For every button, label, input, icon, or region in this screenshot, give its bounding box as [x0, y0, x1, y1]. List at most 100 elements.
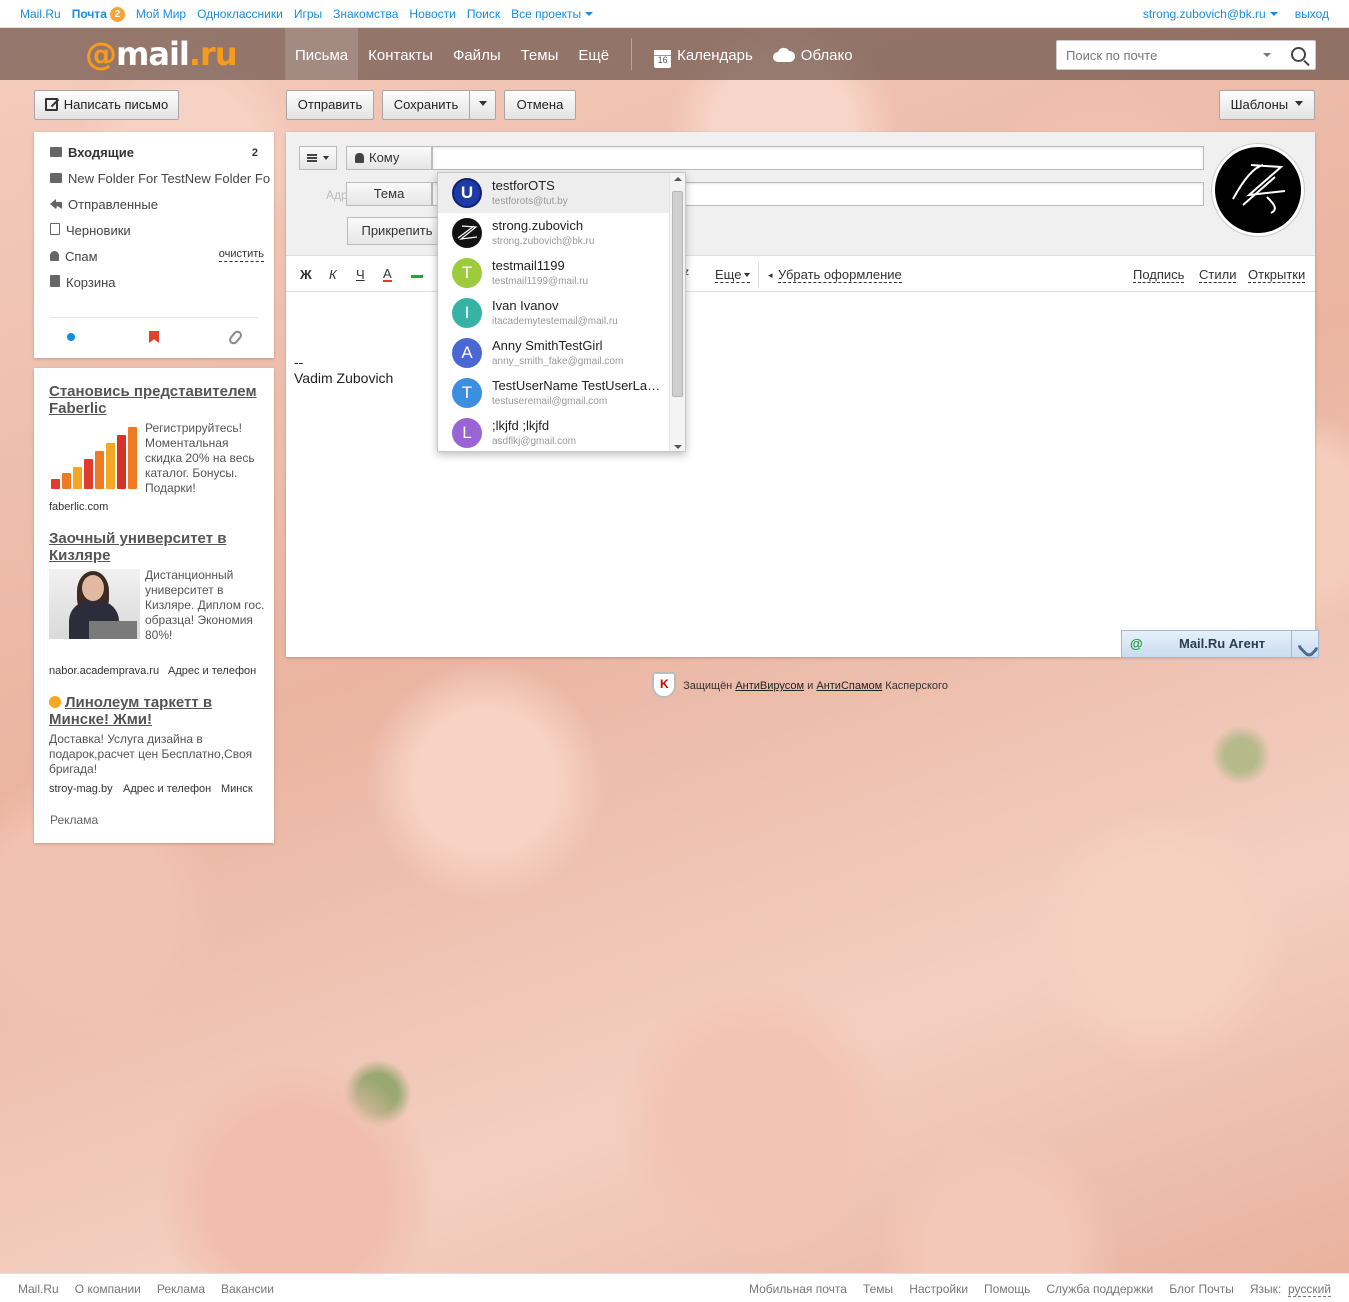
- search-input[interactable]: [1057, 41, 1257, 69]
- postcards-button[interactable]: Открытки: [1248, 267, 1306, 283]
- nav-themes[interactable]: Темы: [511, 28, 569, 80]
- folder-drafts[interactable]: Черновики: [50, 221, 270, 241]
- underline-button[interactable]: Ч: [356, 267, 365, 282]
- folder-custom[interactable]: New Folder For TestNew Folder For Test: [50, 169, 270, 189]
- highlight-marker-icon[interactable]: [411, 269, 423, 278]
- portal-link-games[interactable]: Игры: [294, 7, 322, 22]
- spam-icon: [50, 251, 59, 261]
- ad1-title[interactable]: Становись представителем Faberlic: [49, 383, 264, 417]
- flagged-filter-bookmark-icon[interactable]: [149, 331, 159, 343]
- footer-link-blog[interactable]: Блог Почты: [1169, 1282, 1234, 1296]
- mailru-logo[interactable]: @mail.ru: [85, 35, 238, 73]
- portal-link-news[interactable]: Новости: [409, 7, 455, 22]
- portal-link-mailru[interactable]: Mail.Ru: [20, 7, 61, 22]
- language-selector[interactable]: русский: [1287, 1282, 1331, 1297]
- footer-link-support[interactable]: Служба поддержки: [1046, 1282, 1153, 1296]
- ad3-domain[interactable]: stroy-mag.by: [49, 783, 113, 795]
- portal-link-all-projects[interactable]: Все проекты: [511, 7, 593, 22]
- nav-letters[interactable]: Письма: [285, 28, 359, 80]
- footer-link-mailru[interactable]: Mail.Ru: [18, 1282, 59, 1296]
- save-button[interactable]: Сохранить: [382, 90, 470, 120]
- suggestion-item[interactable]: U testforOTS testforots@tut.by: [438, 173, 670, 213]
- ads-label[interactable]: Реклама: [50, 813, 98, 827]
- portal-link-myworld[interactable]: Мой Мир: [136, 7, 186, 22]
- ad3-city-link[interactable]: Минск: [221, 783, 253, 795]
- footer-link-settings[interactable]: Настройки: [909, 1282, 968, 1296]
- message-body[interactable]: -- Vadim Zubovich: [294, 354, 393, 386]
- unread-filter-dot-icon[interactable]: [67, 333, 75, 341]
- suggestions-scrollbar[interactable]: [669, 173, 685, 451]
- suggestion-item[interactable]: T TestUserName TestUserLastName testuser…: [438, 373, 670, 413]
- mailru-agent-widget[interactable]: @ Mail.Ru Агент: [1121, 630, 1319, 658]
- recipient-list-toggle[interactable]: [299, 146, 337, 170]
- portal-link-ok[interactable]: Одноклассники: [197, 7, 283, 22]
- suggestion-item[interactable]: A Anny SmithTestGirl anny_smith_fake@gma…: [438, 333, 670, 373]
- ad3-title[interactable]: Линолеум таркетт в Минске! Жми!: [49, 694, 264, 728]
- attachment-filter-paperclip-icon[interactable]: [227, 328, 244, 347]
- ad1-chart-image[interactable]: [49, 421, 140, 491]
- search-options-chevron-icon[interactable]: [1263, 53, 1271, 61]
- cancel-button[interactable]: Отмена: [504, 90, 576, 120]
- more-format-button[interactable]: Еще: [715, 267, 751, 283]
- ad3-text[interactable]: Доставка! Услуга дизайна в подарок,расче…: [49, 732, 264, 777]
- portal-link-dating[interactable]: Знакомства: [333, 7, 398, 22]
- scroll-up-arrow-icon[interactable]: [674, 177, 682, 181]
- user-email-menu[interactable]: strong.zubovich@bk.ru: [1143, 7, 1278, 21]
- signature-button[interactable]: Подпись: [1133, 267, 1185, 283]
- footer-link-ads[interactable]: Реклама: [157, 1282, 205, 1296]
- save-options-button[interactable]: [469, 90, 496, 120]
- suggestion-item[interactable]: T testmail1199 testmail1199@mail.ru: [438, 253, 670, 293]
- to-input[interactable]: [432, 146, 1204, 170]
- folder-inbox[interactable]: Входящие 2: [50, 143, 270, 163]
- footer-link-help[interactable]: Помощь: [984, 1282, 1030, 1296]
- portal-link-search[interactable]: Поиск: [467, 7, 500, 22]
- compose-button[interactable]: Написать письмо: [34, 90, 179, 120]
- styles-button[interactable]: Стили: [1199, 267, 1237, 283]
- nav-cloud-label: Облако: [800, 47, 853, 64]
- folder-spam[interactable]: Спам очистить: [50, 247, 270, 267]
- nav-more[interactable]: Ещё: [568, 28, 619, 80]
- footer-link-themes[interactable]: Темы: [863, 1282, 893, 1296]
- footer-link-jobs[interactable]: Вакансии: [221, 1282, 274, 1296]
- suggestion-item[interactable]: I Ivan Ivanov itacademytestemail@mail.ru: [438, 293, 670, 333]
- to-label[interactable]: Кому: [346, 146, 432, 170]
- phone-icon[interactable]: [1291, 631, 1318, 657]
- attach-button[interactable]: Прикрепить: [347, 217, 447, 245]
- ad3-title-label: Линолеум таркетт в Минске! Жми!: [49, 694, 213, 728]
- nav-calendar[interactable]: 16 Календарь: [644, 28, 763, 80]
- ad2-domain[interactable]: nabor.academprava.ru: [49, 665, 159, 677]
- footer-link-about[interactable]: О компании: [75, 1282, 141, 1296]
- folder-sent[interactable]: Отправленные: [50, 195, 270, 215]
- nav-cloud[interactable]: Облако: [763, 28, 863, 80]
- folder-trash[interactable]: Корзина: [50, 273, 270, 293]
- ad1-text[interactable]: Регистрируйтесь! Моментальная скидка 20%…: [145, 421, 267, 496]
- nav-contacts[interactable]: Контакты: [358, 28, 443, 80]
- logout-link[interactable]: выход: [1295, 7, 1329, 21]
- antivirus-link[interactable]: АнтиВирусом: [735, 680, 804, 692]
- search-icon[interactable]: [1291, 47, 1306, 62]
- footer-right-links: Мобильная почта Темы Настройки Помощь Сл…: [749, 1282, 1331, 1297]
- text-color-button[interactable]: А: [383, 267, 392, 282]
- suggestion-item[interactable]: strong.zubovich strong.zubovich@bk.ru: [438, 213, 670, 253]
- clear-spam-link[interactable]: очистить: [218, 247, 264, 262]
- antispam-link[interactable]: АнтиСпамом: [816, 680, 882, 692]
- ad2-title[interactable]: Заочный университет в Кизляре: [49, 530, 264, 564]
- ad2-person-image[interactable]: [49, 569, 140, 639]
- sent-icon: [50, 199, 62, 209]
- sender-avatar[interactable]: [1212, 144, 1304, 236]
- clear-format-button[interactable]: Убрать оформление: [778, 267, 902, 283]
- ad3-address-link[interactable]: Адрес и телефон: [123, 783, 211, 795]
- portal-link-mail[interactable]: Почта 2: [72, 7, 125, 22]
- nav-files[interactable]: Файлы: [443, 28, 511, 80]
- italic-button[interactable]: К: [329, 267, 337, 282]
- send-button[interactable]: Отправить: [286, 90, 374, 120]
- scrollbar-thumb[interactable]: [672, 191, 683, 397]
- templates-button[interactable]: Шаблоны: [1219, 90, 1315, 120]
- ad2-text[interactable]: Дистанционный университет в Кизляре. Дип…: [145, 568, 267, 643]
- ad2-address-link[interactable]: Адрес и телефон: [168, 665, 256, 677]
- bold-button[interactable]: Ж: [300, 267, 312, 282]
- suggestion-item[interactable]: L ;lkjfd ;lkjfd asdflkj@gmail.com: [438, 413, 670, 451]
- ad1-domain[interactable]: faberlic.com: [49, 501, 108, 513]
- footer-link-mobile[interactable]: Мобильная почта: [749, 1282, 847, 1296]
- scroll-down-arrow-icon[interactable]: [674, 445, 682, 449]
